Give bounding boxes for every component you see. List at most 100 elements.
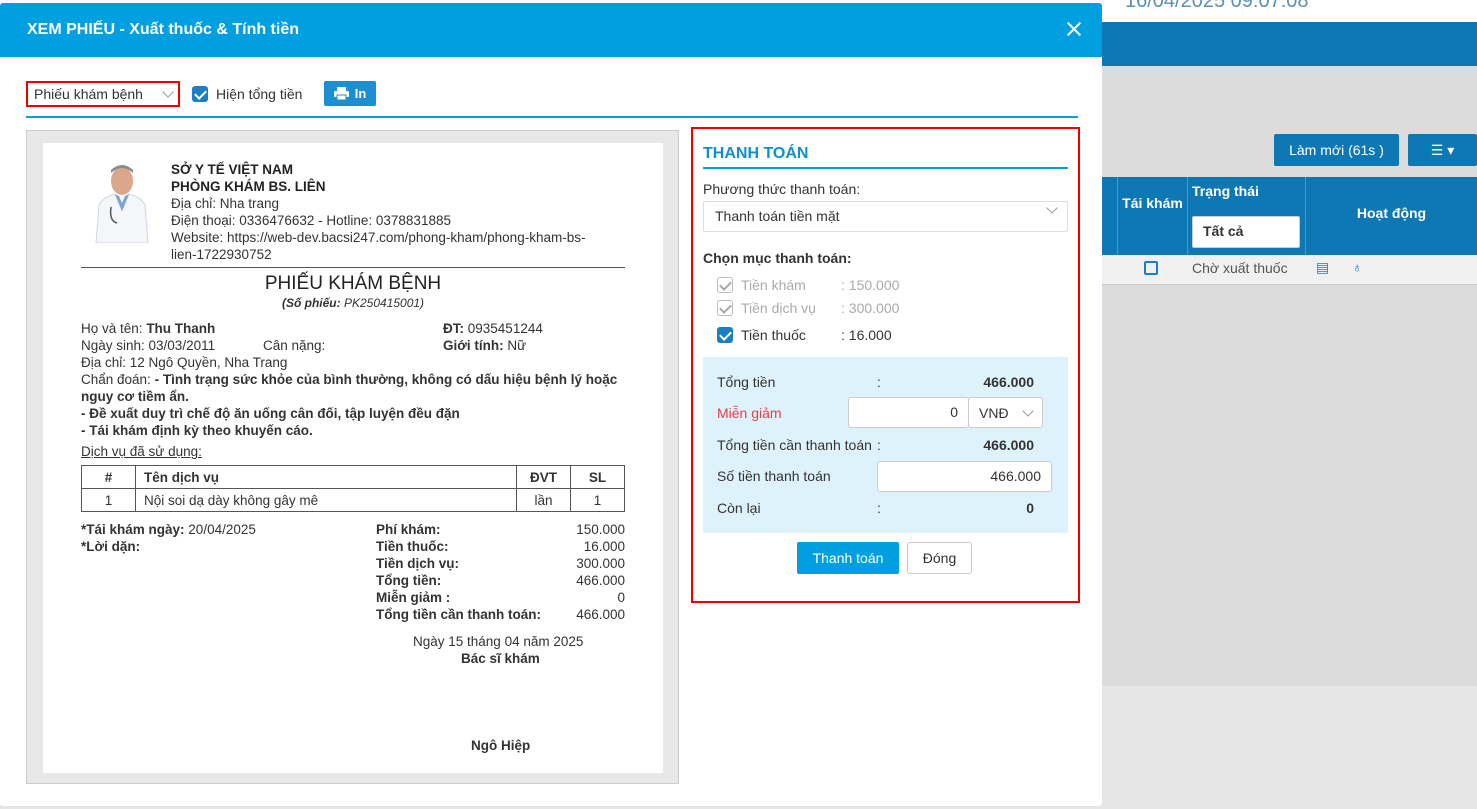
item-service-fee: Tiền dịch vụ : 300.000 — [717, 300, 899, 316]
show-total-toggle[interactable]: Hiện tổng tiền — [192, 86, 302, 102]
stethoscope-icon[interactable]: ♁ — [1352, 259, 1363, 275]
currency-select[interactable]: VNĐ — [968, 397, 1043, 428]
diagnosis-line-1: - Tình trạng sức khỏe của bình thường, k… — [154, 372, 618, 387]
colon: : — [877, 374, 881, 390]
fee-label: Phí khám: — [376, 522, 441, 537]
print-button[interactable]: In — [324, 81, 376, 106]
col-index: # — [81, 465, 136, 489]
status-filter[interactable]: Tất cả — [1192, 216, 1300, 248]
total-label: Tổng tiền — [717, 374, 776, 390]
total-value: 466.000 — [983, 374, 1034, 390]
chevron-down-icon — [1046, 202, 1058, 214]
cell-qty: 1 — [570, 488, 625, 512]
fee-due: Tổng tiền cần thanh toán: 466.000 — [376, 606, 625, 623]
ticket-preview: SỞ Y TẾ VIỆT NAM PHÒNG KHÁM BS. LIÊN Địa… — [26, 130, 679, 784]
item-medicine-fee[interactable]: Tiền thuốc : 16.000 — [717, 327, 892, 343]
show-total-label: Hiện tổng tiền — [216, 86, 303, 102]
recheck-checkbox[interactable] — [1144, 261, 1158, 275]
item-label: Tiền dịch vụ — [741, 300, 816, 316]
remain-value: 0 — [1026, 500, 1034, 516]
document-type-select[interactable]: Phiếu khám bệnh — [26, 81, 180, 107]
datetime: 16/04/2025 09:07:08 — [1125, 0, 1309, 12]
modal-header: XEM PHIẾU - Xuất thuốc & Tính tiền — [0, 3, 1102, 57]
fee-discount: Miễn giảm : 0 — [376, 589, 625, 606]
cell-index: 1 — [81, 488, 136, 512]
payment-method-select[interactable]: Thanh toán tiền mặt — [703, 201, 1068, 232]
patient-phone: ĐT: 0935451244 — [443, 320, 543, 337]
discount-input[interactable]: 0 — [848, 397, 969, 428]
summary-box: Tổng tiền: 466.000 Miễn giảm 0 VNĐ Tổng … — [703, 357, 1068, 533]
clinic-info: SỞ Y TẾ VIỆT NAM PHÒNG KHÁM BS. LIÊN Địa… — [171, 161, 621, 263]
divider — [81, 267, 625, 268]
recheck-value: 20/04/2025 — [188, 522, 256, 537]
print-label: In — [354, 86, 367, 101]
remain-label: Còn lại — [717, 500, 761, 516]
payment-title: THANH TOÁN — [703, 145, 1068, 169]
clinic-name: PHÒNG KHÁM BS. LIÊN — [171, 179, 326, 194]
printer-icon — [333, 87, 349, 100]
exam-fee-checkbox — [717, 277, 733, 293]
fee-total: Tổng tiền: 466.000 — [376, 572, 625, 589]
chevron-down-icon — [162, 86, 174, 98]
patient-name-value: Thu Thanh — [146, 321, 216, 336]
fee-value: 0 — [617, 590, 625, 605]
ticket-paper: SỞ Y TẾ VIỆT NAM PHÒNG KHÁM BS. LIÊN Địa… — [43, 143, 663, 773]
close-icon[interactable] — [1066, 21, 1082, 37]
pay-button[interactable]: Thanh toán — [797, 542, 899, 574]
table-row[interactable]: Chờ xuất thuốc ▤ ♁ — [1100, 255, 1477, 285]
fee-value: 466.000 — [576, 573, 625, 588]
summary-need: Tổng tiền cần thanh toán: 466.000 — [717, 437, 1047, 453]
item-exam-fee: Tiền khám : 150.000 — [717, 277, 899, 293]
doctor-avatar — [91, 161, 153, 243]
close-button[interactable]: Đóng — [907, 542, 972, 574]
summary-total: Tổng tiền: 466.000 — [717, 374, 1047, 390]
item-label: Tiền khám — [741, 277, 806, 293]
show-total-checkbox[interactable] — [192, 86, 208, 102]
refresh-button[interactable]: Làm mới (61s ) — [1274, 134, 1399, 166]
fee-exam: Phí khám: 150.000 — [376, 521, 625, 538]
table-row: 1 Nội soi dạ dày không gây mê lần 1 — [81, 488, 625, 512]
ticket-number: (Số phiếu: PK250415001) — [43, 296, 663, 310]
column-menu-button[interactable]: ☰ ▾ — [1408, 134, 1477, 166]
need-label: Tổng tiền cần thanh toán — [717, 437, 872, 453]
item-value: : 150.000 — [841, 277, 900, 293]
fee-label: Miễn giảm : — [376, 590, 451, 605]
service-fee-checkbox — [717, 300, 733, 316]
fee-value: 16.000 — [583, 539, 625, 554]
colon: : — [877, 500, 881, 516]
method-label: Phương thức thanh toán: — [703, 181, 861, 197]
ticket-number-label: (Số phiếu: — [281, 296, 341, 310]
fee-label: Tổng tiền: — [376, 573, 442, 588]
col-service: Tên dịch vụ — [135, 465, 517, 489]
recheck-label: *Tái khám ngày: — [81, 522, 185, 537]
patient-weight: Cân nặng: — [263, 338, 326, 353]
diagnosis-line-1b: nguy cơ tiềm ẩn. — [81, 389, 189, 404]
colon: : — [877, 437, 881, 453]
fee-label: Tiền thuốc: — [376, 539, 449, 554]
need-value: 466.000 — [983, 437, 1034, 453]
paid-amount-input[interactable]: 466.000 — [877, 461, 1052, 492]
clinic-phone: Điện thoại: 0336476632 - Hotline: 037883… — [171, 213, 451, 228]
patient-name-label: Họ và tên: — [81, 321, 143, 336]
diagnosis-label: Chẩn đoán: — [81, 372, 151, 387]
cell-unit: lần — [516, 488, 571, 512]
recheck-date: *Tái khám ngày: 20/04/2025 — [81, 521, 256, 538]
patient-phone-label: ĐT: — [443, 321, 464, 336]
col-actions: Hoạt động — [1356, 205, 1427, 221]
modal-toolbar: Phiếu khám bệnh Hiện tổng tiền In — [26, 81, 1078, 118]
table-header-row: # Tên dịch vụ ĐVT SL — [81, 465, 625, 489]
patient-gender-value: Nữ — [507, 338, 527, 353]
ticket-number-value: PK250415001) — [343, 296, 425, 310]
document-icon[interactable]: ▤ — [1316, 259, 1329, 276]
sign-date: Ngày 15 tháng 04 năm 2025 — [413, 634, 584, 649]
patient-gender: Giới tính: Nữ — [443, 337, 526, 354]
medicine-fee-checkbox[interactable] — [717, 327, 733, 343]
cell-service: Nội soi dạ dày không gây mê — [135, 488, 517, 512]
patient-phone-value: 0935451244 — [467, 321, 543, 336]
fee-value: 466.000 — [576, 607, 625, 622]
summary-remain: Còn lại: 0 — [717, 500, 1047, 516]
clinic-website: Website: https://web-dev.bacsi247.com/ph… — [171, 230, 586, 262]
doctor-title: Bác sĩ khám — [461, 651, 540, 666]
col-recheck[interactable]: Tái khám — [1118, 177, 1188, 255]
col-unit: ĐVT — [516, 465, 571, 489]
